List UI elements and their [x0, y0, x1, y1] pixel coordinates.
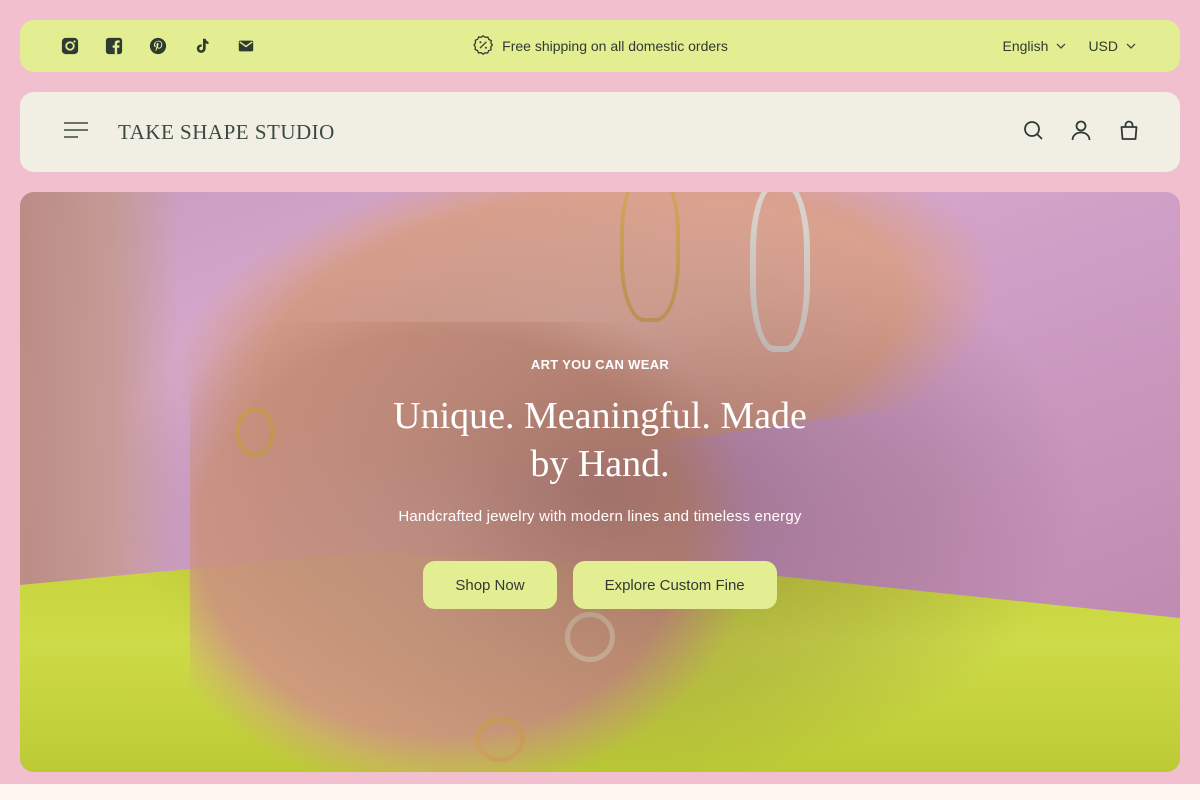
hero-content: ART YOU CAN WEAR Unique. Meaningful. Mad… [20, 192, 1180, 772]
chevron-down-icon [1056, 38, 1066, 54]
header-actions [1022, 119, 1140, 146]
account-button[interactable] [1070, 119, 1092, 146]
shipping-promo: Free shipping on all domestic orders [472, 34, 728, 59]
tiktok-icon[interactable] [192, 36, 212, 56]
search-button[interactable] [1022, 119, 1044, 146]
cart-icon [1118, 119, 1140, 146]
facebook-icon[interactable] [104, 36, 124, 56]
email-icon[interactable] [236, 36, 256, 56]
brand-logo[interactable]: TAKE SHAPE STUDIO [118, 120, 335, 145]
search-icon [1022, 119, 1044, 146]
shop-now-button[interactable]: Shop Now [423, 561, 557, 609]
locale-selectors: English USD [1003, 38, 1136, 54]
social-links [60, 36, 256, 56]
instagram-icon[interactable] [60, 36, 80, 56]
hero-cta-group: Shop Now Explore Custom Fine [423, 561, 777, 609]
currency-label: USD [1088, 38, 1118, 54]
site-header: TAKE SHAPE STUDIO [20, 92, 1180, 172]
next-section-edge [0, 784, 1200, 800]
pinterest-icon[interactable] [148, 36, 168, 56]
menu-icon [63, 120, 89, 145]
account-icon [1070, 119, 1092, 146]
menu-button[interactable] [62, 118, 90, 146]
discount-badge-icon [472, 34, 494, 59]
chevron-down-icon [1126, 38, 1136, 54]
hero-banner: ART YOU CAN WEAR Unique. Meaningful. Mad… [20, 192, 1180, 772]
cart-button[interactable] [1118, 119, 1140, 146]
promo-text: Free shipping on all domestic orders [502, 38, 728, 54]
explore-custom-fine-button[interactable]: Explore Custom Fine [572, 561, 777, 609]
currency-selector[interactable]: USD [1088, 38, 1136, 54]
hero-subheadline: Handcrafted jewelry with modern lines an… [398, 508, 802, 525]
hero-eyebrow: ART YOU CAN WEAR [530, 357, 670, 372]
announcement-bar: Free shipping on all domestic orders Eng… [20, 20, 1180, 72]
language-label: English [1002, 38, 1049, 54]
hero-headline: Unique. Meaningful. Made by Hand. [393, 395, 807, 485]
language-selector[interactable]: English [1003, 38, 1067, 54]
